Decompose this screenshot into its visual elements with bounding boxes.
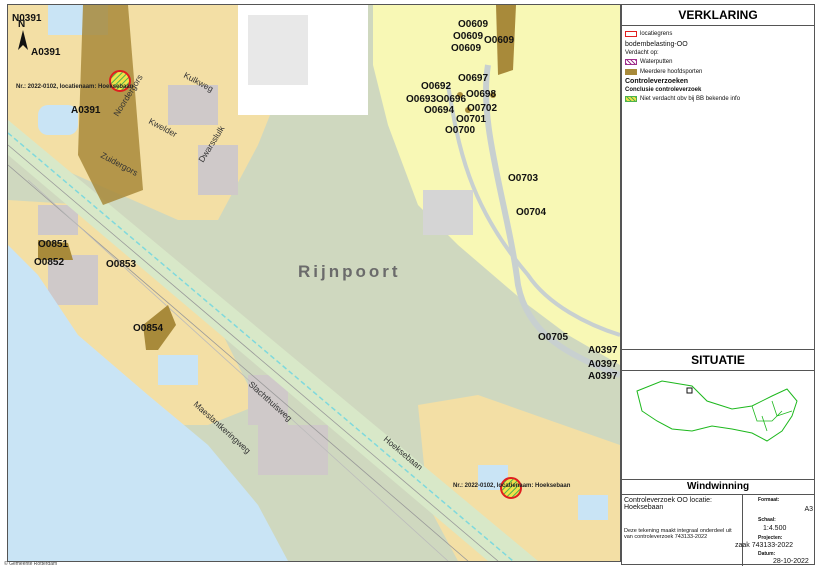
format-value: A3 <box>804 506 813 513</box>
district-lines <box>751 400 793 432</box>
purple-hatch-swatch <box>625 59 637 65</box>
legend-item: Controleverzoeken <box>625 78 688 85</box>
parcel-label: O0692 <box>421 81 451 92</box>
legend-item: bodembelasting-OO <box>625 41 688 48</box>
parcel-label: O0701 <box>456 114 486 125</box>
date-value: 28-10-2022 <box>773 558 809 565</box>
pond <box>578 495 608 520</box>
situation-section: SITUATIE <box>622 350 814 480</box>
map-canvas[interactable]: N Rijnpoort Kulkweg Noordergors Kwelder … <box>7 4 621 562</box>
project-label: Projecten: <box>758 535 783 541</box>
legend-item-label: Niet verdacht obv bij BB bekende info <box>640 96 741 102</box>
red-outline-swatch <box>625 31 637 37</box>
titleblock: Windwinning Controleverzoek OO locatie: … <box>622 480 814 566</box>
parcel-label: A0391 <box>71 105 101 116</box>
copyright-text: © Gemeente Rotterdam <box>4 561 58 567</box>
scale-label: Schaal: <box>758 517 776 523</box>
parcel-label: O0609 <box>484 35 514 46</box>
parcel-label: A0397 <box>588 345 618 356</box>
grey-lot <box>423 190 473 235</box>
parcel-label: N0391 <box>12 13 42 24</box>
parcel-label: A0397 <box>588 371 618 382</box>
parcel-label: O0700 <box>445 125 475 136</box>
pond <box>158 355 198 385</box>
location-note: Nr.: 2022-0102, locatienaam: Hoeksebaan <box>16 84 134 90</box>
parcel-label: O0609 <box>451 43 481 54</box>
legend-item: Meerdere hoofdsporten <box>625 69 702 75</box>
parcel-label: O0698 <box>466 89 496 100</box>
org-title: Windwinning <box>622 480 814 495</box>
location-indicator <box>686 387 693 394</box>
brown-fill-swatch <box>625 69 637 75</box>
parcel-label: A0391 <box>31 47 61 58</box>
titleblock-meta: Formaat: A3 Schaal: 1:4.500 Projecten: z… <box>735 494 815 566</box>
parcel-label: O0854 <box>133 323 163 334</box>
parcel-label: O0697 <box>458 73 488 84</box>
legend-item-label: Waterputten <box>640 59 673 65</box>
legend-item-label: bodembelasting-OO <box>625 41 688 48</box>
legend-panel: VERKLARING locatiegrens bodembelasting-O… <box>621 4 815 566</box>
parcel-label: A0397 <box>588 359 618 370</box>
parcel-label: O0693 <box>406 94 436 105</box>
parcel-label: O0852 <box>34 257 64 268</box>
legend-item: locatiegrens <box>625 31 672 37</box>
legend-item-label: Conclusie controleverzoek <box>625 87 702 93</box>
parcel-label: O0694 <box>424 105 454 116</box>
legend-title: VERKLARING <box>622 5 814 26</box>
parcel-label: O0705 <box>538 332 568 343</box>
description: Controleverzoek OO locatie: Hoeksebaan <box>624 497 712 511</box>
legend-item: Niet verdacht obv bij BB bekende info <box>625 96 740 102</box>
parcel-label: O0609 <box>453 31 483 42</box>
legend-item-label: Meerdere hoofdsporten <box>640 69 703 75</box>
parcel-label: O0696 <box>436 94 466 105</box>
scale-value: 1:4.500 <box>763 525 787 532</box>
building <box>248 15 308 85</box>
parcel-label: O0704 <box>516 207 546 218</box>
parcel-label: O0853 <box>106 259 136 270</box>
legend-item: Waterputten <box>625 59 672 65</box>
drawing-note: Deze tekening maakt integraal onderdeel … <box>624 528 732 540</box>
parcel-label: O0609 <box>458 19 488 30</box>
green-yellow-hatch-swatch <box>625 96 637 102</box>
situation-title: SITUATIE <box>622 350 814 371</box>
project-value: zaak 743133-2022 <box>735 542 793 549</box>
situation-map <box>636 380 798 442</box>
format-label: Formaat: <box>758 497 780 503</box>
parcel-label: O0851 <box>38 239 68 250</box>
parcel-label: O0702 <box>467 103 497 114</box>
legend-item: Conclusie controleverzoek <box>625 87 701 93</box>
legend-item: Verdacht op: <box>625 50 659 56</box>
location-note: Nr.: 2022-0102, locatienaam: Hoeksebaan <box>453 483 571 489</box>
area-label: Rijnpoort <box>298 262 401 281</box>
legend-item-label: Verdacht op: <box>625 50 659 56</box>
legend-section: VERKLARING locatiegrens bodembelasting-O… <box>622 5 814 350</box>
map-svg: N Rijnpoort Kulkweg Noordergors Kwelder … <box>8 5 620 561</box>
legend-item-label: locatiegrens <box>640 31 673 37</box>
parcel-label: O0703 <box>508 173 538 184</box>
city-outline <box>636 380 798 442</box>
date-label: Datum: <box>758 551 776 557</box>
building <box>258 425 328 475</box>
legend-item-label: Controleverzoeken <box>625 78 689 85</box>
